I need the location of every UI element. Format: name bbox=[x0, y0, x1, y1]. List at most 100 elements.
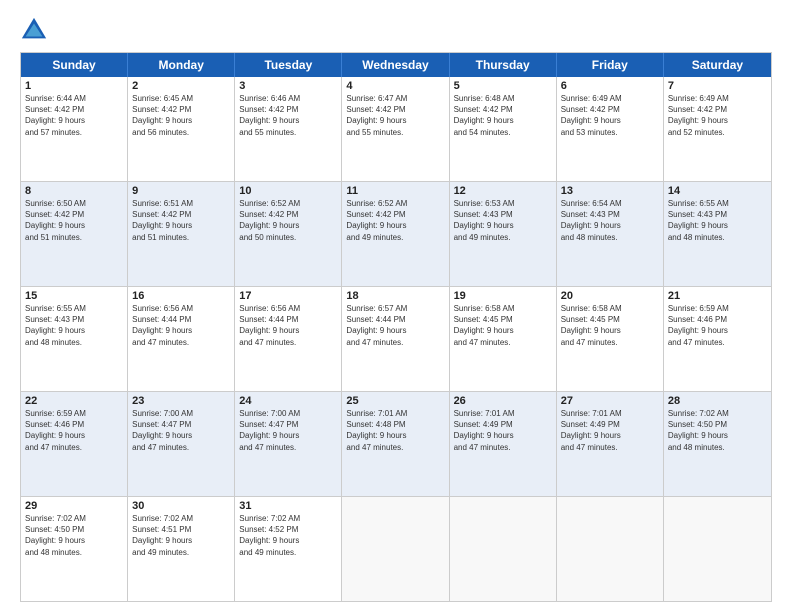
day-info: Sunrise: 6:49 AM Sunset: 4:42 PM Dayligh… bbox=[561, 93, 659, 138]
calendar-cell: 5Sunrise: 6:48 AM Sunset: 4:42 PM Daylig… bbox=[450, 77, 557, 181]
calendar-cell: 4Sunrise: 6:47 AM Sunset: 4:42 PM Daylig… bbox=[342, 77, 449, 181]
calendar-cell: 7Sunrise: 6:49 AM Sunset: 4:42 PM Daylig… bbox=[664, 77, 771, 181]
day-info: Sunrise: 6:58 AM Sunset: 4:45 PM Dayligh… bbox=[454, 303, 552, 348]
day-info: Sunrise: 6:58 AM Sunset: 4:45 PM Dayligh… bbox=[561, 303, 659, 348]
day-number: 4 bbox=[346, 80, 444, 92]
day-info: Sunrise: 6:45 AM Sunset: 4:42 PM Dayligh… bbox=[132, 93, 230, 138]
day-number: 3 bbox=[239, 80, 337, 92]
day-info: Sunrise: 7:01 AM Sunset: 4:49 PM Dayligh… bbox=[454, 408, 552, 453]
calendar-row-3: 15Sunrise: 6:55 AM Sunset: 4:43 PM Dayli… bbox=[21, 287, 771, 392]
header-day-tuesday: Tuesday bbox=[235, 53, 342, 77]
day-number: 6 bbox=[561, 80, 659, 92]
day-info: Sunrise: 6:47 AM Sunset: 4:42 PM Dayligh… bbox=[346, 93, 444, 138]
day-number: 28 bbox=[668, 395, 767, 407]
calendar-row-2: 8Sunrise: 6:50 AM Sunset: 4:42 PM Daylig… bbox=[21, 182, 771, 287]
calendar-header: SundayMondayTuesdayWednesdayThursdayFrid… bbox=[21, 53, 771, 77]
day-number: 29 bbox=[25, 500, 123, 512]
page: SundayMondayTuesdayWednesdayThursdayFrid… bbox=[0, 0, 792, 612]
day-info: Sunrise: 6:56 AM Sunset: 4:44 PM Dayligh… bbox=[132, 303, 230, 348]
calendar-cell: 20Sunrise: 6:58 AM Sunset: 4:45 PM Dayli… bbox=[557, 287, 664, 391]
day-info: Sunrise: 7:01 AM Sunset: 4:48 PM Dayligh… bbox=[346, 408, 444, 453]
calendar-cell: 14Sunrise: 6:55 AM Sunset: 4:43 PM Dayli… bbox=[664, 182, 771, 286]
calendar-body: 1Sunrise: 6:44 AM Sunset: 4:42 PM Daylig… bbox=[21, 77, 771, 601]
day-number: 19 bbox=[454, 290, 552, 302]
day-number: 8 bbox=[25, 185, 123, 197]
day-number: 24 bbox=[239, 395, 337, 407]
day-number: 11 bbox=[346, 185, 444, 197]
day-number: 7 bbox=[668, 80, 767, 92]
day-number: 18 bbox=[346, 290, 444, 302]
header-day-friday: Friday bbox=[557, 53, 664, 77]
calendar-row-5: 29Sunrise: 7:02 AM Sunset: 4:50 PM Dayli… bbox=[21, 497, 771, 601]
calendar: SundayMondayTuesdayWednesdayThursdayFrid… bbox=[20, 52, 772, 602]
calendar-cell: 24Sunrise: 7:00 AM Sunset: 4:47 PM Dayli… bbox=[235, 392, 342, 496]
calendar-cell: 22Sunrise: 6:59 AM Sunset: 4:46 PM Dayli… bbox=[21, 392, 128, 496]
day-number: 1 bbox=[25, 80, 123, 92]
calendar-cell: 21Sunrise: 6:59 AM Sunset: 4:46 PM Dayli… bbox=[664, 287, 771, 391]
day-info: Sunrise: 6:52 AM Sunset: 4:42 PM Dayligh… bbox=[346, 198, 444, 243]
day-info: Sunrise: 6:49 AM Sunset: 4:42 PM Dayligh… bbox=[668, 93, 767, 138]
calendar-cell: 27Sunrise: 7:01 AM Sunset: 4:49 PM Dayli… bbox=[557, 392, 664, 496]
calendar-cell: 18Sunrise: 6:57 AM Sunset: 4:44 PM Dayli… bbox=[342, 287, 449, 391]
calendar-row-4: 22Sunrise: 6:59 AM Sunset: 4:46 PM Dayli… bbox=[21, 392, 771, 497]
day-info: Sunrise: 7:02 AM Sunset: 4:50 PM Dayligh… bbox=[668, 408, 767, 453]
calendar-cell: 15Sunrise: 6:55 AM Sunset: 4:43 PM Dayli… bbox=[21, 287, 128, 391]
calendar-cell: 9Sunrise: 6:51 AM Sunset: 4:42 PM Daylig… bbox=[128, 182, 235, 286]
calendar-cell: 30Sunrise: 7:02 AM Sunset: 4:51 PM Dayli… bbox=[128, 497, 235, 601]
day-number: 23 bbox=[132, 395, 230, 407]
day-info: Sunrise: 6:56 AM Sunset: 4:44 PM Dayligh… bbox=[239, 303, 337, 348]
day-info: Sunrise: 7:01 AM Sunset: 4:49 PM Dayligh… bbox=[561, 408, 659, 453]
day-number: 15 bbox=[25, 290, 123, 302]
day-number: 16 bbox=[132, 290, 230, 302]
day-info: Sunrise: 6:55 AM Sunset: 4:43 PM Dayligh… bbox=[25, 303, 123, 348]
day-number: 14 bbox=[668, 185, 767, 197]
day-number: 26 bbox=[454, 395, 552, 407]
day-number: 21 bbox=[668, 290, 767, 302]
day-number: 9 bbox=[132, 185, 230, 197]
calendar-cell: 29Sunrise: 7:02 AM Sunset: 4:50 PM Dayli… bbox=[21, 497, 128, 601]
calendar-cell bbox=[557, 497, 664, 601]
day-info: Sunrise: 6:55 AM Sunset: 4:43 PM Dayligh… bbox=[668, 198, 767, 243]
day-number: 13 bbox=[561, 185, 659, 197]
calendar-cell: 12Sunrise: 6:53 AM Sunset: 4:43 PM Dayli… bbox=[450, 182, 557, 286]
day-info: Sunrise: 6:44 AM Sunset: 4:42 PM Dayligh… bbox=[25, 93, 123, 138]
day-info: Sunrise: 7:02 AM Sunset: 4:52 PM Dayligh… bbox=[239, 513, 337, 558]
day-number: 12 bbox=[454, 185, 552, 197]
calendar-cell: 2Sunrise: 6:45 AM Sunset: 4:42 PM Daylig… bbox=[128, 77, 235, 181]
day-number: 20 bbox=[561, 290, 659, 302]
calendar-cell: 1Sunrise: 6:44 AM Sunset: 4:42 PM Daylig… bbox=[21, 77, 128, 181]
calendar-cell: 11Sunrise: 6:52 AM Sunset: 4:42 PM Dayli… bbox=[342, 182, 449, 286]
calendar-cell bbox=[664, 497, 771, 601]
day-info: Sunrise: 6:53 AM Sunset: 4:43 PM Dayligh… bbox=[454, 198, 552, 243]
day-number: 2 bbox=[132, 80, 230, 92]
calendar-cell: 31Sunrise: 7:02 AM Sunset: 4:52 PM Dayli… bbox=[235, 497, 342, 601]
calendar-cell: 23Sunrise: 7:00 AM Sunset: 4:47 PM Dayli… bbox=[128, 392, 235, 496]
calendar-cell bbox=[342, 497, 449, 601]
day-info: Sunrise: 6:59 AM Sunset: 4:46 PM Dayligh… bbox=[668, 303, 767, 348]
calendar-cell: 16Sunrise: 6:56 AM Sunset: 4:44 PM Dayli… bbox=[128, 287, 235, 391]
header-day-wednesday: Wednesday bbox=[342, 53, 449, 77]
calendar-cell: 13Sunrise: 6:54 AM Sunset: 4:43 PM Dayli… bbox=[557, 182, 664, 286]
day-number: 5 bbox=[454, 80, 552, 92]
day-info: Sunrise: 6:48 AM Sunset: 4:42 PM Dayligh… bbox=[454, 93, 552, 138]
logo bbox=[20, 16, 52, 44]
day-number: 31 bbox=[239, 500, 337, 512]
calendar-cell: 6Sunrise: 6:49 AM Sunset: 4:42 PM Daylig… bbox=[557, 77, 664, 181]
header bbox=[20, 16, 772, 44]
day-info: Sunrise: 7:02 AM Sunset: 4:50 PM Dayligh… bbox=[25, 513, 123, 558]
header-day-saturday: Saturday bbox=[664, 53, 771, 77]
day-number: 17 bbox=[239, 290, 337, 302]
header-day-monday: Monday bbox=[128, 53, 235, 77]
calendar-cell: 3Sunrise: 6:46 AM Sunset: 4:42 PM Daylig… bbox=[235, 77, 342, 181]
day-info: Sunrise: 7:02 AM Sunset: 4:51 PM Dayligh… bbox=[132, 513, 230, 558]
day-info: Sunrise: 7:00 AM Sunset: 4:47 PM Dayligh… bbox=[132, 408, 230, 453]
day-info: Sunrise: 6:52 AM Sunset: 4:42 PM Dayligh… bbox=[239, 198, 337, 243]
day-info: Sunrise: 6:54 AM Sunset: 4:43 PM Dayligh… bbox=[561, 198, 659, 243]
calendar-cell bbox=[450, 497, 557, 601]
calendar-cell: 19Sunrise: 6:58 AM Sunset: 4:45 PM Dayli… bbox=[450, 287, 557, 391]
logo-icon bbox=[20, 16, 48, 44]
calendar-cell: 8Sunrise: 6:50 AM Sunset: 4:42 PM Daylig… bbox=[21, 182, 128, 286]
day-info: Sunrise: 7:00 AM Sunset: 4:47 PM Dayligh… bbox=[239, 408, 337, 453]
day-info: Sunrise: 6:51 AM Sunset: 4:42 PM Dayligh… bbox=[132, 198, 230, 243]
day-number: 10 bbox=[239, 185, 337, 197]
